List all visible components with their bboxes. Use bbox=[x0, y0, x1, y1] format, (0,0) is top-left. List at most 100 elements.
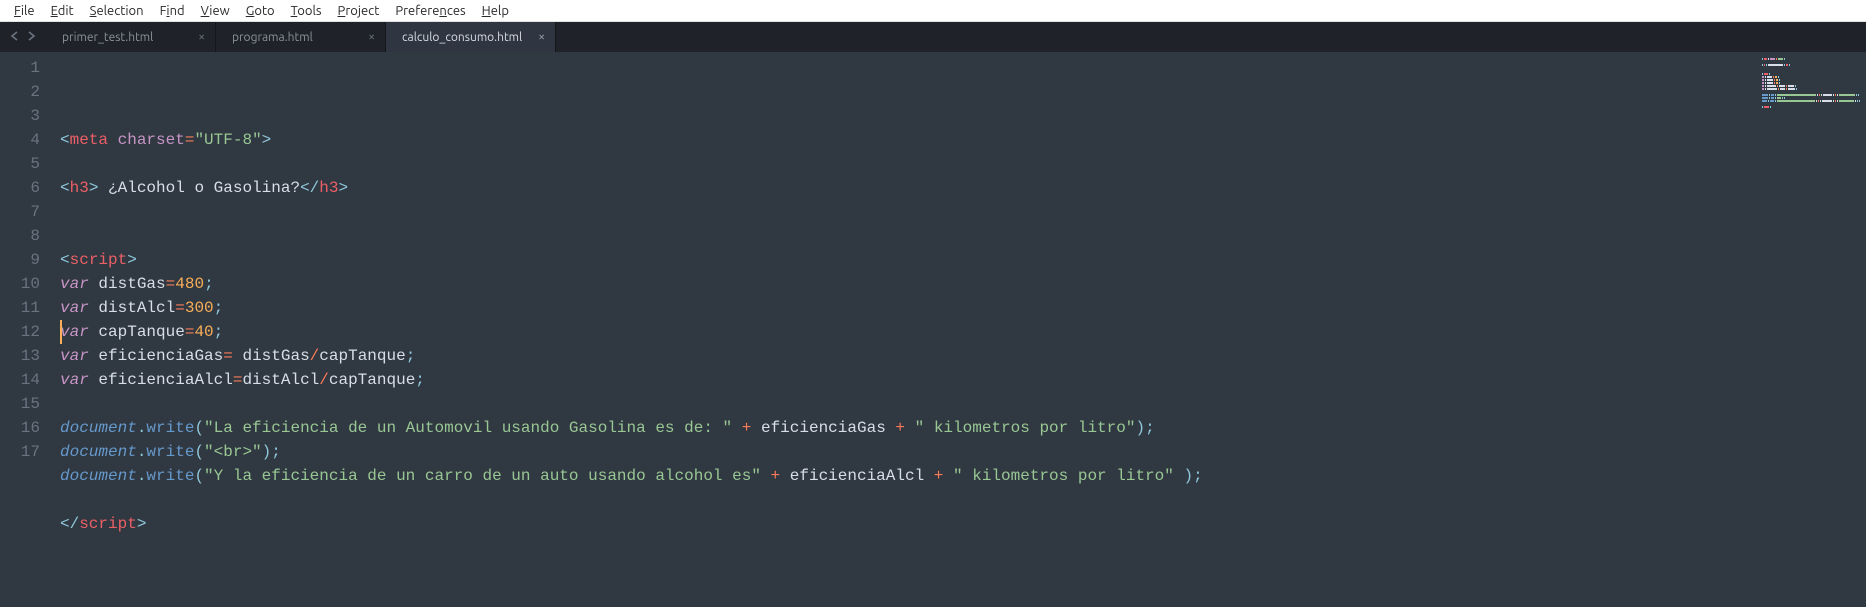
token-sym: + bbox=[895, 419, 905, 437]
token-id: distAlcl bbox=[242, 371, 319, 389]
token-op: / bbox=[310, 347, 320, 365]
code-line[interactable]: document.write("Y la eficiencia de un ca… bbox=[60, 464, 1756, 488]
minimap-line bbox=[1762, 88, 1860, 90]
token-id: distAlcl bbox=[98, 299, 175, 317]
line-number: 8 bbox=[0, 224, 40, 248]
token-num: 40 bbox=[194, 323, 213, 341]
menu-help[interactable]: Help bbox=[474, 2, 517, 20]
close-icon[interactable]: × bbox=[198, 31, 205, 44]
menu-goto[interactable]: Goto bbox=[238, 2, 283, 20]
token-tag: script bbox=[79, 515, 137, 533]
code-line[interactable] bbox=[60, 224, 1756, 248]
line-number: 1 bbox=[0, 56, 40, 80]
token-p: ; bbox=[214, 323, 224, 341]
nav-forward-icon[interactable] bbox=[26, 30, 36, 44]
menu-view[interactable]: View bbox=[193, 2, 238, 20]
menu-project[interactable]: Project bbox=[330, 2, 388, 20]
line-number: 2 bbox=[0, 80, 40, 104]
token-txt bbox=[108, 131, 118, 149]
close-icon[interactable]: × bbox=[368, 31, 375, 44]
token-tag: script bbox=[70, 251, 128, 269]
token-p: ( bbox=[194, 443, 204, 461]
token-txt bbox=[89, 299, 99, 317]
tab-primer_test-html[interactable]: primer_test.html × bbox=[46, 22, 216, 52]
menu-edit[interactable]: Edit bbox=[43, 2, 82, 20]
code-line[interactable]: var capTanque=40; bbox=[60, 320, 1756, 344]
token-txt bbox=[89, 323, 99, 341]
token-tag: meta bbox=[70, 131, 108, 149]
code-line[interactable]: var eficienciaGas= distGas/capTanque; bbox=[60, 344, 1756, 368]
token-p: </ bbox=[60, 515, 79, 533]
token-p: ; bbox=[204, 275, 214, 293]
code-area[interactable]: <meta charset="UTF-8"> <h3> ¿Alcohol o Ga… bbox=[50, 52, 1756, 607]
token-kw: var bbox=[60, 299, 89, 317]
code-line[interactable] bbox=[60, 392, 1756, 416]
editor[interactable]: 1234567891011121314151617 <meta charset=… bbox=[0, 52, 1866, 607]
code-line[interactable]: var eficienciaAlcl=distAlcl/capTanque; bbox=[60, 368, 1756, 392]
token-fn: write bbox=[146, 443, 194, 461]
token-kw: var bbox=[60, 347, 89, 365]
token-txt bbox=[905, 419, 915, 437]
token-p: ) bbox=[1183, 467, 1193, 485]
code-line[interactable]: var distGas=480; bbox=[60, 272, 1756, 296]
token-txt bbox=[761, 467, 771, 485]
code-line[interactable] bbox=[60, 200, 1756, 224]
line-number: 3 bbox=[0, 104, 40, 128]
token-num: 300 bbox=[185, 299, 214, 317]
token-sym: + bbox=[934, 467, 944, 485]
token-op: = bbox=[175, 299, 185, 317]
token-op: = bbox=[223, 347, 233, 365]
tab-bar: primer_test.html×programa.html×calculo_c… bbox=[0, 22, 1866, 52]
tab-programa-html[interactable]: programa.html × bbox=[216, 22, 386, 52]
token-tag: h3 bbox=[70, 179, 89, 197]
tab-label: programa.html bbox=[232, 31, 313, 44]
code-line[interactable] bbox=[60, 152, 1756, 176]
code-line[interactable] bbox=[60, 488, 1756, 512]
minimap-line bbox=[1762, 103, 1860, 105]
token-num: 480 bbox=[175, 275, 204, 293]
code-line[interactable]: <h3> ¿Alcohol o Gasolina?</h3> bbox=[60, 176, 1756, 200]
token-p: ; bbox=[415, 371, 425, 389]
code-line[interactable]: </script> bbox=[60, 512, 1756, 536]
tab-label: primer_test.html bbox=[62, 31, 153, 44]
token-id: distGas bbox=[98, 275, 165, 293]
nav-back-icon[interactable] bbox=[10, 30, 20, 44]
line-number: 10 bbox=[0, 272, 40, 296]
code-line[interactable]: var distAlcl=300; bbox=[60, 296, 1756, 320]
menu-find[interactable]: Find bbox=[152, 2, 193, 20]
minimap-line bbox=[1762, 82, 1860, 84]
menu-tools[interactable]: Tools bbox=[283, 2, 330, 20]
menu-file[interactable]: File bbox=[6, 2, 43, 20]
token-id: eficienciaGas bbox=[761, 419, 886, 437]
menu-preferences[interactable]: Preferences bbox=[387, 2, 473, 20]
menu-selection[interactable]: Selection bbox=[82, 2, 152, 20]
token-str: "UTF-8" bbox=[194, 131, 261, 149]
token-fn: write bbox=[146, 419, 194, 437]
token-id: eficienciaAlcl bbox=[98, 371, 232, 389]
token-op: / bbox=[319, 371, 329, 389]
tab-calculo_consumo-html[interactable]: calculo_consumo.html × bbox=[386, 22, 556, 52]
token-txt bbox=[943, 467, 953, 485]
token-str: " kilometros por litro" bbox=[953, 467, 1174, 485]
close-icon[interactable]: × bbox=[538, 31, 545, 44]
token-p: ; bbox=[1193, 467, 1203, 485]
token-obj: document bbox=[60, 467, 137, 485]
minimap-line bbox=[1762, 61, 1860, 63]
token-sym: + bbox=[771, 467, 781, 485]
code-line[interactable]: <meta charset="UTF-8"> bbox=[60, 128, 1756, 152]
token-p: . bbox=[137, 419, 147, 437]
token-p: ) bbox=[262, 443, 272, 461]
token-op: = bbox=[166, 275, 176, 293]
code-line[interactable]: <script> bbox=[60, 248, 1756, 272]
line-number: 15 bbox=[0, 392, 40, 416]
token-p: . bbox=[137, 467, 147, 485]
tab-label: calculo_consumo.html bbox=[402, 31, 522, 44]
token-p: ; bbox=[214, 299, 224, 317]
minimap[interactable] bbox=[1756, 52, 1866, 607]
line-number: 4 bbox=[0, 128, 40, 152]
code-line[interactable]: document.write("<br>"); bbox=[60, 440, 1756, 464]
token-kw: var bbox=[60, 371, 89, 389]
code-line[interactable]: document.write("La eficiencia de un Auto… bbox=[60, 416, 1756, 440]
token-p: < bbox=[60, 131, 70, 149]
minimap-line bbox=[1762, 73, 1860, 75]
